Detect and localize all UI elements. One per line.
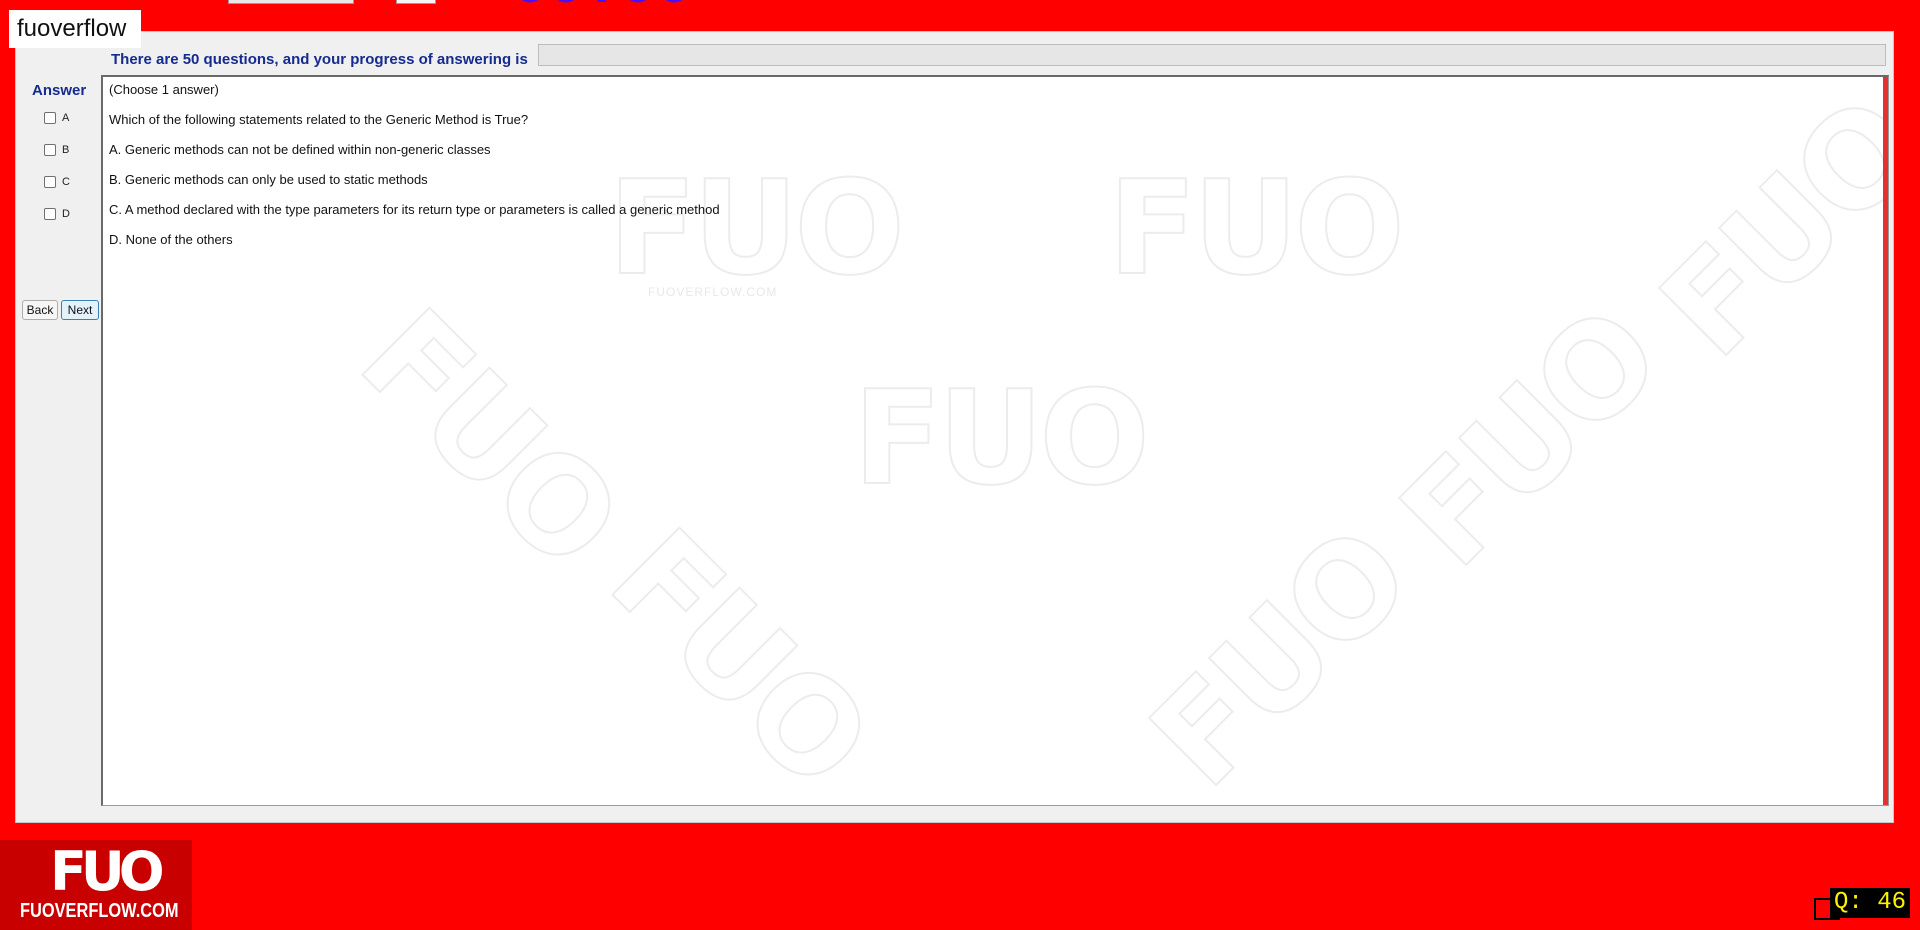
logo-site-name: FUOVERFLOW.COM <box>20 900 179 922</box>
fuo-logo: FUO FUOVERFLOW.COM <box>0 840 192 930</box>
progress-bar <box>538 44 1886 66</box>
option-c[interactable]: C <box>44 173 70 191</box>
choice-a-text: A. Generic methods can not be defined wi… <box>109 142 491 157</box>
watermark-logo: FUO <box>1371 280 1688 597</box>
choice-b-text: B. Generic methods can only be used to s… <box>109 172 428 187</box>
watermark-site: FUOVERFLOW.COM <box>648 285 778 299</box>
watermark-logo: FUO <box>1631 75 1889 386</box>
watermark-logo: FUO <box>1107 151 1406 305</box>
option-a-label: A <box>62 112 70 124</box>
next-button[interactable]: Next <box>61 300 99 320</box>
watermark-logo: FUO <box>852 361 1151 515</box>
watermark-logo: FUO <box>607 151 906 305</box>
option-d[interactable]: D <box>44 205 70 223</box>
watermark-logo: FUO <box>581 500 898 806</box>
choice-c-text: C. A method declared with the type param… <box>109 202 720 217</box>
question-area: FUO FUOVERFLOW.COM FUO FUO FUO FUO FUO F… <box>101 75 1889 806</box>
option-b-label: B <box>62 144 70 156</box>
question-counter: Q: 46 <box>1829 888 1910 918</box>
option-b-checkbox[interactable] <box>44 144 56 156</box>
option-a-checkbox[interactable] <box>44 112 56 124</box>
watermark-logo: FUO <box>331 280 648 597</box>
question-text: Which of the following statements relate… <box>109 112 529 127</box>
toolbar-field[interactable] <box>228 0 354 4</box>
option-a[interactable]: A <box>44 109 69 127</box>
exam-panel: There are 50 questions, and your progres… <box>15 31 1894 823</box>
option-b[interactable]: B <box>44 141 69 159</box>
watermark-logo: FUO <box>1121 500 1438 806</box>
countdown-timer: 00:00 <box>512 0 692 17</box>
option-d-checkbox[interactable] <box>44 208 56 220</box>
option-d-label: D <box>62 208 70 220</box>
option-c-label: C <box>62 176 70 188</box>
choice-d-text: D. None of the others <box>109 232 233 247</box>
site-label: fuoverflow <box>9 10 141 48</box>
back-button[interactable]: Back <box>22 300 58 320</box>
scrollbar[interactable] <box>1883 77 1888 805</box>
progress-label: There are 50 questions, and your progres… <box>111 51 528 68</box>
toolbar-small-button[interactable] <box>396 0 436 4</box>
logo-mark: FUO <box>50 840 165 903</box>
answer-title: Answer <box>32 82 87 99</box>
question-instruction: (Choose 1 answer) <box>109 82 219 97</box>
option-c-checkbox[interactable] <box>44 176 56 188</box>
